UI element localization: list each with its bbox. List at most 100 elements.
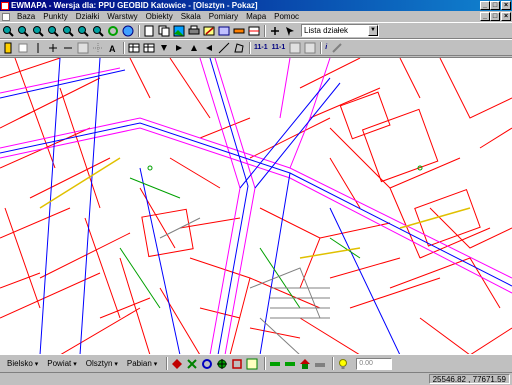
key-icon[interactable]	[2, 42, 14, 54]
toolbar-separator	[264, 357, 267, 370]
arrow-down-icon[interactable]	[158, 42, 170, 54]
eraser-icon[interactable]	[314, 358, 326, 370]
delete-icon[interactable]	[186, 358, 198, 370]
secondary-toolbar: A 11-1 11-1 i	[0, 39, 512, 56]
text-icon[interactable]: A	[107, 42, 119, 54]
square-select-icon[interactable]	[231, 358, 243, 370]
target-icon[interactable]	[201, 358, 213, 370]
doc-minimize-button[interactable]: _	[480, 12, 490, 21]
minus-icon[interactable]	[62, 42, 74, 54]
region-dropdown-powiat[interactable]: Powiat	[44, 357, 79, 370]
pointer-icon[interactable]	[284, 25, 296, 37]
document-window-icon[interactable]	[2, 12, 10, 21]
region-dropdown-bielsko[interactable]: Bielsko	[4, 357, 41, 370]
line-tool2-icon[interactable]	[284, 358, 296, 370]
crosshair-icon[interactable]	[216, 358, 228, 370]
grid3-icon[interactable]	[304, 42, 316, 54]
window-title: EWMAPA - Wersja dla: PPU GEOBID Katowice…	[11, 0, 258, 10]
zoom-next-icon[interactable]	[77, 25, 89, 37]
arrow-left-icon[interactable]	[203, 42, 215, 54]
window-controls: _ □ ×	[480, 1, 511, 10]
doc-restore-button[interactable]: □	[490, 12, 500, 21]
toolbar-separator	[320, 41, 323, 54]
menu-obiekty[interactable]: Obiekty	[142, 12, 177, 22]
map-canvas[interactable]	[0, 57, 512, 354]
globe-icon[interactable]	[122, 25, 134, 37]
region-dropdown-pabian[interactable]: Pabian	[124, 357, 160, 370]
grid2-icon[interactable]	[289, 42, 301, 54]
scale-input[interactable]: 0.00	[356, 357, 393, 370]
ewmapa-window: EWMAPA - Wersja dla: PPU GEOBID Katowice…	[0, 0, 512, 384]
svg-text:A: A	[109, 44, 116, 54]
arrow-right-icon[interactable]	[173, 42, 185, 54]
printer-icon[interactable]	[188, 25, 200, 37]
doc-close-button[interactable]: ×	[501, 12, 511, 21]
pencil-icon[interactable]	[331, 42, 343, 54]
vertical-line-icon[interactable]	[32, 42, 44, 54]
refresh-icon[interactable]	[107, 25, 119, 37]
zoom-prev-icon[interactable]	[47, 25, 59, 37]
menu-dzialki[interactable]: Działki	[72, 12, 104, 22]
zoom-out-icon[interactable]	[17, 25, 29, 37]
app-icon[interactable]	[1, 1, 9, 10]
road-lines	[0, 58, 512, 354]
menu-punkty[interactable]: Punkty	[39, 12, 71, 22]
menu-bar: Baza Punkty Działki Warstwy Obiekty Skal…	[0, 11, 512, 22]
ruler-icon[interactable]	[233, 25, 245, 37]
table2-icon[interactable]	[143, 42, 155, 54]
line-tool-icon[interactable]	[269, 358, 281, 370]
zoom-area-icon[interactable]	[92, 25, 104, 37]
main-toolbar: Lista działek ▼	[0, 22, 512, 39]
database-icon[interactable]	[218, 25, 230, 37]
layer-icon[interactable]	[17, 42, 29, 54]
line-icon[interactable]	[218, 42, 230, 54]
coordinates-readout: 25546.82 , 77671.59	[428, 374, 510, 384]
move-icon[interactable]	[269, 25, 281, 37]
parcel-boundaries	[0, 58, 512, 354]
edit-icon[interactable]	[203, 25, 215, 37]
document-icon[interactable]	[143, 25, 155, 37]
map-drawing[interactable]	[0, 58, 512, 354]
bulb-icon[interactable]	[337, 358, 349, 370]
menu-warstwy[interactable]: Warstwy	[103, 12, 141, 22]
cross-icon[interactable]	[47, 42, 59, 54]
select-icon[interactable]	[92, 42, 104, 54]
point-add-icon[interactable]	[171, 358, 183, 370]
document-window-controls: _ □ ×	[480, 12, 511, 21]
toolbar-separator	[123, 41, 125, 54]
label-11-1-button[interactable]: 11-1	[254, 44, 268, 51]
menu-pomiary[interactable]: Pomiary	[205, 12, 242, 22]
zoom-window-icon[interactable]	[32, 25, 44, 37]
polygon-icon[interactable]	[233, 42, 245, 54]
toolbar-separator	[332, 357, 335, 370]
grid-icon[interactable]	[77, 42, 89, 54]
status-bar: 25546.82 , 77671.59	[0, 372, 512, 384]
parcel-list-select[interactable]: Lista działek ▼	[301, 24, 379, 37]
region-dropdown-olsztyn[interactable]: Olsztyn	[83, 357, 121, 370]
bottom-toolbar: Bielsko Powiat Olsztyn Pabian 0.00	[0, 354, 512, 372]
minimize-button[interactable]: _	[480, 1, 490, 10]
maximize-button[interactable]: □	[490, 1, 500, 10]
menu-mapa[interactable]: Mapa	[242, 12, 270, 22]
menu-baza[interactable]: Baza	[13, 12, 39, 22]
close-button[interactable]: ×	[501, 1, 511, 10]
toolbar-separator	[249, 41, 251, 54]
zoom-region-icon[interactable]	[246, 358, 258, 370]
label-11-1b-button[interactable]: 11-1	[272, 44, 286, 51]
copy-icon[interactable]	[158, 25, 170, 37]
gray-lines	[159, 217, 330, 354]
menu-skala[interactable]: Skala	[177, 12, 205, 22]
zoom-all-icon[interactable]	[62, 25, 74, 37]
parcel-list-value: Lista działek	[304, 26, 349, 35]
title-bar: EWMAPA - Wersja dla: PPU GEOBID Katowice…	[0, 0, 512, 11]
toolbar-separator	[264, 24, 266, 37]
info-button[interactable]: i	[325, 44, 327, 51]
table-icon[interactable]	[128, 42, 140, 54]
image-icon[interactable]	[173, 25, 185, 37]
zoom-in-icon[interactable]	[2, 25, 14, 37]
house-icon[interactable]	[299, 358, 311, 370]
arrow-up-icon[interactable]	[188, 42, 200, 54]
layers-icon[interactable]	[248, 25, 260, 37]
chevron-down-icon[interactable]: ▼	[368, 25, 378, 36]
menu-pomoc[interactable]: Pomoc	[270, 12, 303, 22]
